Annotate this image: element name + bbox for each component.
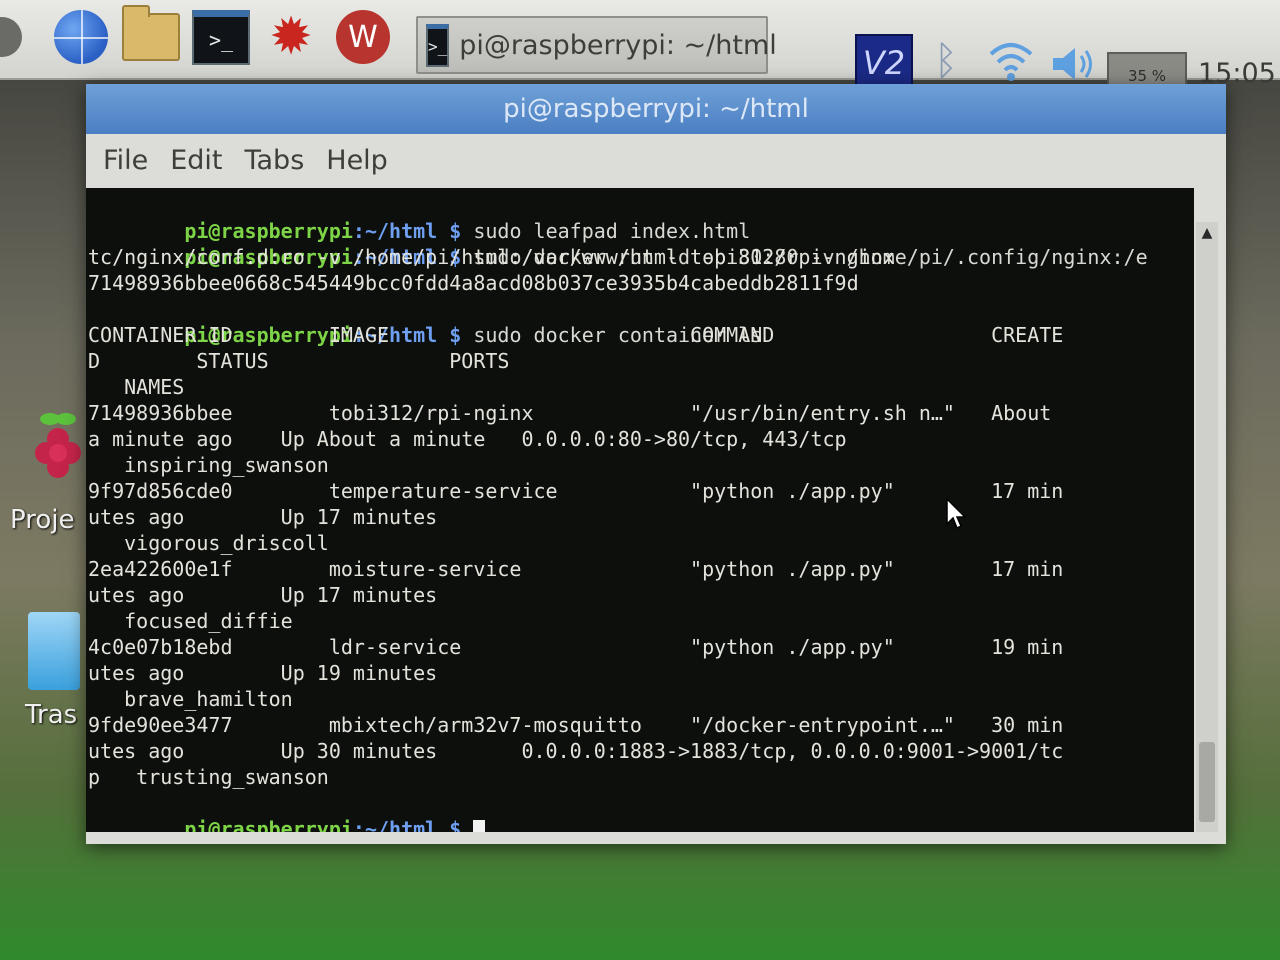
terminal-line: utes ago Up 19 minutes	[88, 661, 438, 685]
mathematica-icon[interactable]: ✹	[262, 8, 320, 66]
terminal-window: pi@raspberrypi: ~/html – □ ✕ File Edit T…	[86, 84, 1226, 844]
window-title: pi@raspberrypi: ~/html	[503, 94, 809, 124]
menu-file[interactable]: File	[103, 145, 148, 176]
terminal-output[interactable]: pi@raspberrypi:~/html $ sudo leafpad ind…	[86, 188, 1194, 832]
terminal-line: vigorous_driscoll	[88, 531, 329, 555]
menu-bar: File Edit Tabs Help	[86, 134, 1226, 186]
terminal-line: 71498936bbee tobi312/rpi-nginx "/usr/bin…	[88, 401, 1052, 425]
scrollbar-thumb[interactable]	[1199, 742, 1215, 822]
volume-icon[interactable]	[1048, 42, 1098, 86]
taskbar-window-button[interactable]: >_ pi@raspberrypi: ~/html	[416, 16, 777, 74]
terminal-line: utes ago Up 17 minutes	[88, 505, 438, 529]
menu-help[interactable]: Help	[326, 145, 388, 176]
bluetooth-icon[interactable]: ᛒ	[928, 34, 964, 88]
trash-icon	[28, 612, 80, 690]
menu-edit[interactable]: Edit	[170, 145, 222, 176]
terminal-line: 2ea422600e1f moisture-service "python ./…	[88, 557, 1064, 581]
terminal-line: brave_hamilton	[88, 687, 293, 711]
wifi-icon[interactable]	[985, 34, 1037, 88]
terminal-line: 4c0e07b18ebd ldr-service "python ./app.p…	[88, 635, 1064, 659]
terminal-launcher-icon[interactable]: >_	[192, 8, 250, 66]
scroll-up-arrow-icon[interactable]: ▲	[1196, 222, 1218, 244]
terminal-line: p trusting_swanson	[88, 765, 329, 789]
desktop-icon-projects[interactable]: Proje	[0, 405, 84, 545]
terminal-line: utes ago Up 30 minutes 0.0.0.0:1883->188…	[88, 739, 1064, 763]
terminal-line: inspiring_swanson	[88, 453, 329, 477]
window-title-bar[interactable]: pi@raspberrypi: ~/html	[86, 84, 1226, 134]
prompt-path: :~/html $	[352, 817, 462, 832]
terminal-line: tc/nginx/conf.d:ro -v /home/pi/html:/var…	[88, 245, 895, 269]
desktop-icon-label: Proje	[10, 505, 75, 535]
file-manager-icon[interactable]	[122, 5, 180, 66]
terminal-line: 71498936bbee0668c545449bcc0fdd4a8acd08b0…	[88, 271, 859, 295]
terminal-glyph: >_	[192, 9, 250, 65]
terminal-line: pi@raspberrypi:~/html $	[88, 790, 486, 832]
terminal-line: NAMES	[88, 375, 185, 399]
terminal-line: pi@raspberrypi:~/html $ sudo docker cont…	[88, 296, 762, 347]
terminal-line: CONTAINER ID IMAGE COMMAND CREATE	[88, 323, 1064, 347]
terminal-line: 9f97d856cde0 temperature-service "python…	[88, 479, 1064, 503]
terminal-line: utes ago Up 17 minutes	[88, 583, 438, 607]
terminal-line: pi@raspberrypi:~/html $ sudo leafpad ind…	[88, 192, 750, 243]
taskbar: >_ ✹ W >_ pi@raspberrypi: ~/html V2 ᛒ 35	[0, 0, 1280, 100]
mouse-pointer-icon	[946, 498, 966, 530]
menu-tabs[interactable]: Tabs	[244, 145, 304, 176]
web-browser-icon[interactable]	[52, 8, 110, 66]
prompt-user: pi@raspberrypi	[184, 817, 353, 832]
wolfram-icon[interactable]: W	[334, 8, 392, 66]
raspberry-icon	[35, 413, 81, 478]
terminal-line: focused_diffie	[88, 609, 293, 633]
taskbar-window-label: pi@raspberrypi: ~/html	[459, 29, 777, 61]
desktop-icon-label: Tras	[25, 700, 78, 730]
terminal-line: a minute ago Up About a minute 0.0.0.0:8…	[88, 427, 847, 451]
desktop-icon-trash[interactable]: Tras	[20, 600, 84, 740]
terminal-line: D STATUS PORTS	[88, 349, 510, 373]
raspberry-menu-icon[interactable]	[0, 8, 24, 66]
terminal-icon: >_	[426, 23, 450, 67]
scrollbar[interactable]: ▲	[1196, 222, 1218, 832]
terminal-line: 9fde90ee3477 mbixtech/arm32v7-mosquitto …	[88, 713, 1064, 737]
text-cursor	[473, 819, 486, 832]
desktop: >_ ✹ W >_ pi@raspberrypi: ~/html V2 ᛒ 35	[0, 0, 1280, 960]
terminal-line: pi@raspberrypi:~/html $ sudo docker run …	[88, 218, 1147, 269]
